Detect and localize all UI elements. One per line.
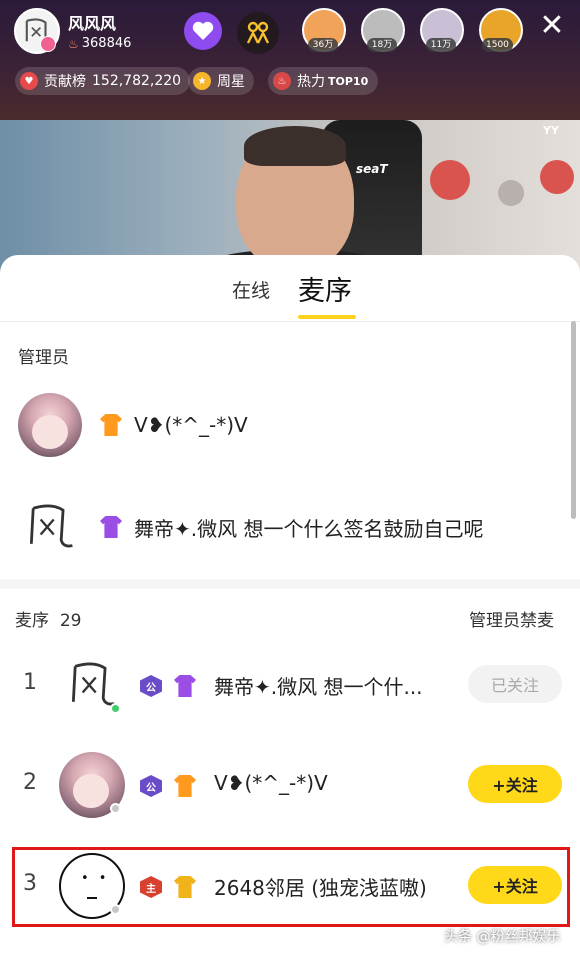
queue-count: 29 [59,611,82,631]
host-fans-count: 368846 [81,36,132,51]
noble-badge-icon [100,516,122,538]
admin-row[interactable]: 舞帝✦.微风 想一个什么签名鼓励自己呢 [0,492,570,562]
red-ornament [430,160,470,200]
users-link-icon [246,21,270,44]
feng-calligraphy-icon [29,504,73,548]
hot-label: 热力 [297,74,325,90]
mic-link-button[interactable] [237,12,279,54]
shelf-decor [498,180,524,206]
noble-badge-icon [174,675,196,697]
yy-logo: YY [543,124,559,137]
noble-badge-icon [174,775,196,797]
hot-rank-pill[interactable]: ♨ 热力 TOP10 [268,67,379,95]
close-icon: ✕ [539,8,565,43]
contribution-value: 152,782,220 [92,73,182,89]
tab-mic-queue[interactable]: 麦序 [298,269,352,308]
avatar[interactable] [18,393,82,457]
scrollbar[interactable] [571,321,576,519]
flame-icon: ♨ [273,72,291,90]
admin-name: V❥(*^_-*)V [134,413,248,437]
viewer-4-score: 1500 [482,38,513,52]
host-level-badge [40,36,56,52]
hot-rank: TOP10 [328,74,369,88]
subscribe-heart-button[interactable] [184,12,222,50]
queue-user-name: V❥(*^_-*)V [214,771,328,795]
host-name[interactable]: 风风风 [68,10,116,34]
live-room-header: 风风风 ♨ 368846 36万 18万 11万 1500 ✕ ♥ 贡献榜 15… [0,0,580,120]
role-badge-icon: 公 [140,675,162,697]
weekly-star-label: 周星 [217,74,245,90]
viewer-1-score: 36万 [308,38,338,52]
admin-section-title: 管理员 [18,348,69,368]
tab-divider [0,321,580,322]
queue-user-name: 舞帝✦.微风 想一个什... [214,675,423,699]
queue-row[interactable]: 2 公 V❥(*^_-*)V +关注 [0,746,580,826]
queue-row[interactable]: 1 公 舞帝✦.微风 想一个什... 已关注 [0,646,580,726]
watermark: 头条 @粉丝邦娱乐 [444,929,561,945]
viewer-3-score: 11万 [426,38,456,52]
star-icon: ★ [193,72,211,90]
section-separator [0,579,580,589]
follow-button[interactable]: +关注 [468,765,562,803]
contribution-rank-pill[interactable]: ♥ 贡献榜 152,782,220 [15,67,191,95]
contribution-label: 贡献榜 [44,74,86,90]
avatar[interactable] [18,495,82,559]
heart-badge-icon: ♥ [20,72,38,90]
heart-icon [192,21,214,40]
red-ornament [540,160,574,194]
admin-name: 舞帝✦.微风 想一个什么签名鼓励自己呢 [134,516,484,541]
online-status-dot [110,703,121,714]
mic-queue-label: 麦序 29 [15,606,81,631]
queue-rank: 2 [23,770,37,795]
fire-icon: ♨ [68,36,79,51]
queue-label-text: 麦序 [15,611,49,631]
tab-online[interactable]: 在线 [232,276,270,303]
chair-brand: seaT [356,162,388,176]
admin-row[interactable]: V❥(*^_-*)V [0,390,570,460]
close-button[interactable]: ✕ [534,8,570,44]
streamer-hair [244,126,346,166]
offline-status-dot [110,803,121,814]
role-badge-icon: 公 [140,775,162,797]
queue-rank: 1 [23,670,37,695]
viewer-2-score: 18万 [367,38,397,52]
active-tab-indicator [298,315,356,319]
noble-badge-icon [100,414,122,436]
admin-mute-button[interactable]: 管理员禁麦 [469,606,554,631]
weekly-star-pill[interactable]: ★ 周星 [188,67,254,95]
host-fans: ♨ 368846 [68,36,131,51]
followed-button[interactable]: 已关注 [468,665,562,703]
highlight-annotation-box [12,847,570,927]
